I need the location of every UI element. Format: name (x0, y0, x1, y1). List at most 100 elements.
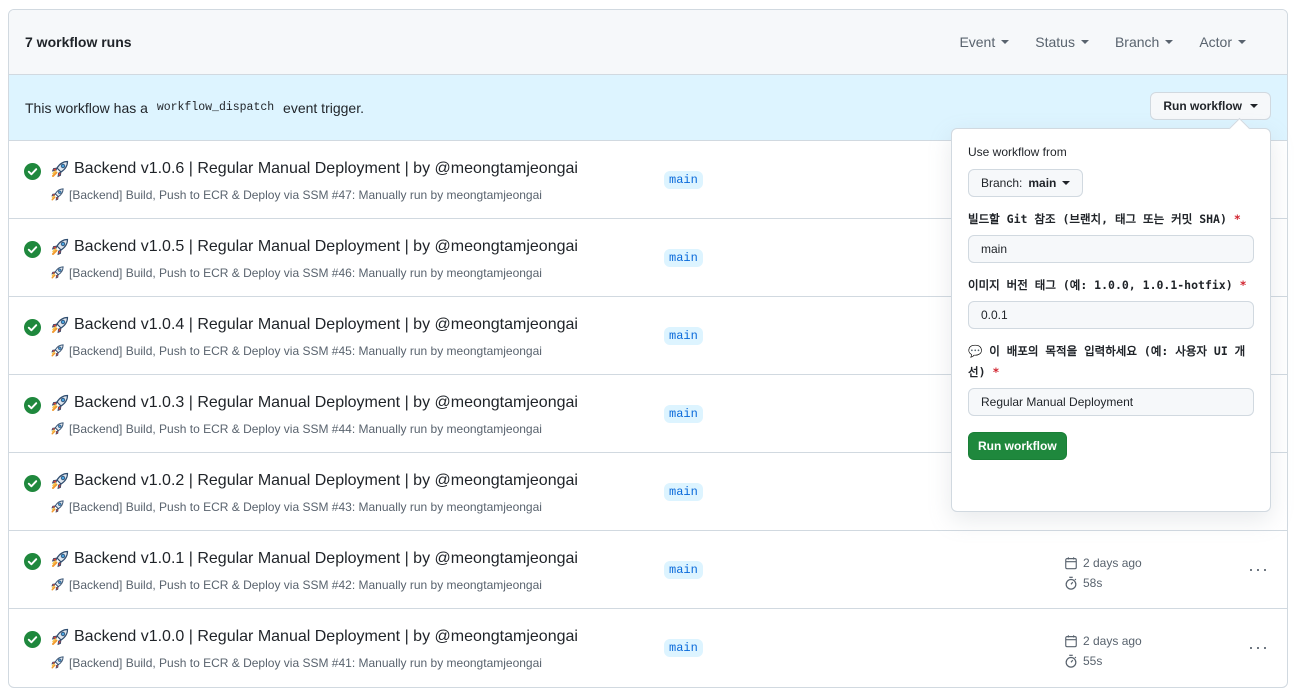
chevron-down-icon (1165, 40, 1174, 44)
rocket-icon (50, 627, 70, 647)
run-title: Backend v1.0.2 | Regular Manual Deployme… (74, 472, 578, 489)
filter-actor[interactable]: Actor (1186, 34, 1259, 50)
dispatch-text-before: This workflow has a (25, 99, 148, 116)
stopwatch-icon (1064, 576, 1078, 590)
run-workflow-submit-button[interactable]: Run workflow (968, 432, 1067, 460)
calendar-icon (1064, 556, 1078, 570)
chevron-down-icon (1080, 40, 1089, 44)
run-number: #47 (331, 187, 352, 202)
branch-badge[interactable]: main (664, 561, 703, 579)
run-trigger: : Manually run by meongtamjeongai (351, 343, 542, 358)
check-circle-icon (24, 397, 41, 414)
required-mark: * (1233, 212, 1241, 226)
run-number: #43 (331, 499, 352, 514)
check-circle-icon (24, 553, 41, 570)
run-trigger: : Manually run by meongtamjeongai (351, 187, 542, 202)
git-ref-input[interactable] (968, 235, 1254, 263)
rocket-icon (50, 265, 65, 280)
run-meta: [Backend] Build, Push to ECR & Deploy vi… (50, 499, 542, 514)
branch-badge[interactable]: main (664, 249, 703, 267)
rocket-icon (50, 471, 70, 491)
filter-event[interactable]: Event (946, 34, 1022, 50)
run-title: Backend v1.0.3 | Regular Manual Deployme… (74, 394, 578, 411)
run-row[interactable]: Backend v1.0.0 | Regular Manual Deployme… (9, 609, 1287, 687)
filter-status-label: Status (1035, 34, 1075, 50)
rocket-icon (50, 343, 65, 358)
field-label-purpose: 💬 이 배포의 목적을 입력하세요 (예: 사용자 UI 개선) * (968, 341, 1254, 383)
kebab-horizontal-icon[interactable]: ··· (1248, 559, 1269, 580)
run-number: #45 (331, 343, 352, 358)
run-workflow-name: [Backend] Build, Push to ECR & Deploy vi… (69, 421, 329, 436)
image-tag-input[interactable] (968, 301, 1254, 329)
rocket-icon (50, 315, 70, 335)
branch-badge[interactable]: main (664, 405, 703, 423)
check-circle-icon (24, 475, 41, 492)
run-workflow-name: [Backend] Build, Push to ECR & Deploy vi… (69, 655, 329, 670)
branch-badge[interactable]: main (664, 639, 703, 657)
check-circle-icon (24, 163, 41, 180)
run-title: Backend v1.0.1 | Regular Manual Deployme… (74, 550, 578, 567)
dispatch-text-after: event trigger. (283, 99, 364, 116)
run-title-link[interactable]: Backend v1.0.4 | Regular Manual Deployme… (50, 315, 578, 335)
run-title-link[interactable]: Backend v1.0.1 | Regular Manual Deployme… (50, 549, 578, 569)
run-meta: [Backend] Build, Push to ECR & Deploy vi… (50, 265, 542, 280)
run-title-link[interactable]: Backend v1.0.3 | Regular Manual Deployme… (50, 393, 578, 413)
chevron-down-icon (1238, 40, 1246, 44)
run-title-link[interactable]: Backend v1.0.2 | Regular Manual Deployme… (50, 471, 578, 491)
run-number: #44 (331, 421, 352, 436)
dispatch-code: workflow_dispatch (156, 101, 275, 114)
run-timing: 2 days ago 55s (1064, 631, 1142, 671)
chevron-down-icon (1250, 104, 1258, 108)
run-title-link[interactable]: Backend v1.0.0 | Regular Manual Deployme… (50, 627, 578, 647)
run-timing: 2 days ago 58s (1064, 553, 1142, 593)
run-title-link[interactable]: Backend v1.0.6 | Regular Manual Deployme… (50, 159, 578, 179)
run-workflow-dropdown-button[interactable]: Run workflow (1150, 92, 1271, 120)
run-workflow-name: [Backend] Build, Push to ECR & Deploy vi… (69, 499, 329, 514)
field-label-git-ref: 빌드할 Git 참조 (브랜치, 태그 또는 커밋 SHA) * (968, 209, 1254, 230)
run-number: #42 (331, 577, 352, 592)
purpose-input[interactable] (968, 388, 1254, 416)
run-title: Backend v1.0.4 | Regular Manual Deployme… (74, 316, 578, 333)
calendar-icon (1064, 634, 1078, 648)
run-row[interactable]: Backend v1.0.1 | Regular Manual Deployme… (9, 531, 1287, 609)
field-label-image-tag-text: 이미지 버전 태그 (예: 1.0.0, 1.0.1-hotfix) (968, 278, 1233, 292)
kebab-horizontal-icon[interactable]: ··· (1248, 637, 1269, 658)
run-title: Backend v1.0.0 | Regular Manual Deployme… (74, 628, 578, 645)
run-trigger: : Manually run by meongtamjeongai (351, 499, 542, 514)
run-title-link[interactable]: Backend v1.0.5 | Regular Manual Deployme… (50, 237, 578, 257)
runs-header: 7 workflow runs Event Status Branch Acto… (9, 10, 1287, 75)
check-circle-icon (24, 631, 41, 648)
branch-badge[interactable]: main (664, 483, 703, 501)
branch-select-button[interactable]: Branch: main (968, 169, 1084, 197)
run-workflow-dropdown-label: Run workflow (1163, 99, 1242, 113)
run-meta: [Backend] Build, Push to ECR & Deploy vi… (50, 655, 542, 670)
run-number: #41 (331, 655, 352, 670)
rocket-icon (50, 577, 65, 592)
branch-badge[interactable]: main (664, 327, 703, 345)
run-trigger: : Manually run by meongtamjeongai (351, 421, 542, 436)
use-workflow-from-label: Use workflow from (968, 145, 1067, 159)
run-title: Backend v1.0.6 | Regular Manual Deployme… (74, 160, 578, 177)
run-workflow-name: [Backend] Build, Push to ECR & Deploy vi… (69, 577, 329, 592)
run-trigger: : Manually run by meongtamjeongai (351, 265, 542, 280)
filter-event-label: Event (959, 34, 996, 50)
filter-branch[interactable]: Branch (1102, 34, 1186, 50)
run-trigger: : Manually run by meongtamjeongai (351, 655, 542, 670)
branch-select-value: main (1028, 176, 1057, 190)
run-workflow-name: [Backend] Build, Push to ECR & Deploy vi… (69, 187, 329, 202)
branch-badge[interactable]: main (664, 171, 703, 189)
run-title: Backend v1.0.5 | Regular Manual Deployme… (74, 238, 578, 255)
rocket-icon (50, 187, 65, 202)
run-trigger: : Manually run by meongtamjeongai (351, 577, 542, 592)
filter-branch-label: Branch (1114, 34, 1160, 50)
run-workflow-name: [Backend] Build, Push to ECR & Deploy vi… (69, 343, 329, 358)
rocket-icon (50, 549, 70, 569)
run-count: 7 workflow runs (25, 34, 132, 50)
run-meta: [Backend] Build, Push to ECR & Deploy vi… (50, 343, 542, 358)
field-label-purpose-text: 💬 이 배포의 목적을 입력하세요 (예: 사용자 UI 개선) (968, 344, 1246, 379)
filter-status[interactable]: Status (1022, 34, 1102, 50)
run-workflow-popover: Use workflow from Branch: main 빌드할 Git 참… (951, 128, 1271, 512)
run-meta: [Backend] Build, Push to ECR & Deploy vi… (50, 577, 542, 592)
chevron-down-icon (1062, 181, 1071, 185)
run-number: #46 (331, 265, 352, 280)
